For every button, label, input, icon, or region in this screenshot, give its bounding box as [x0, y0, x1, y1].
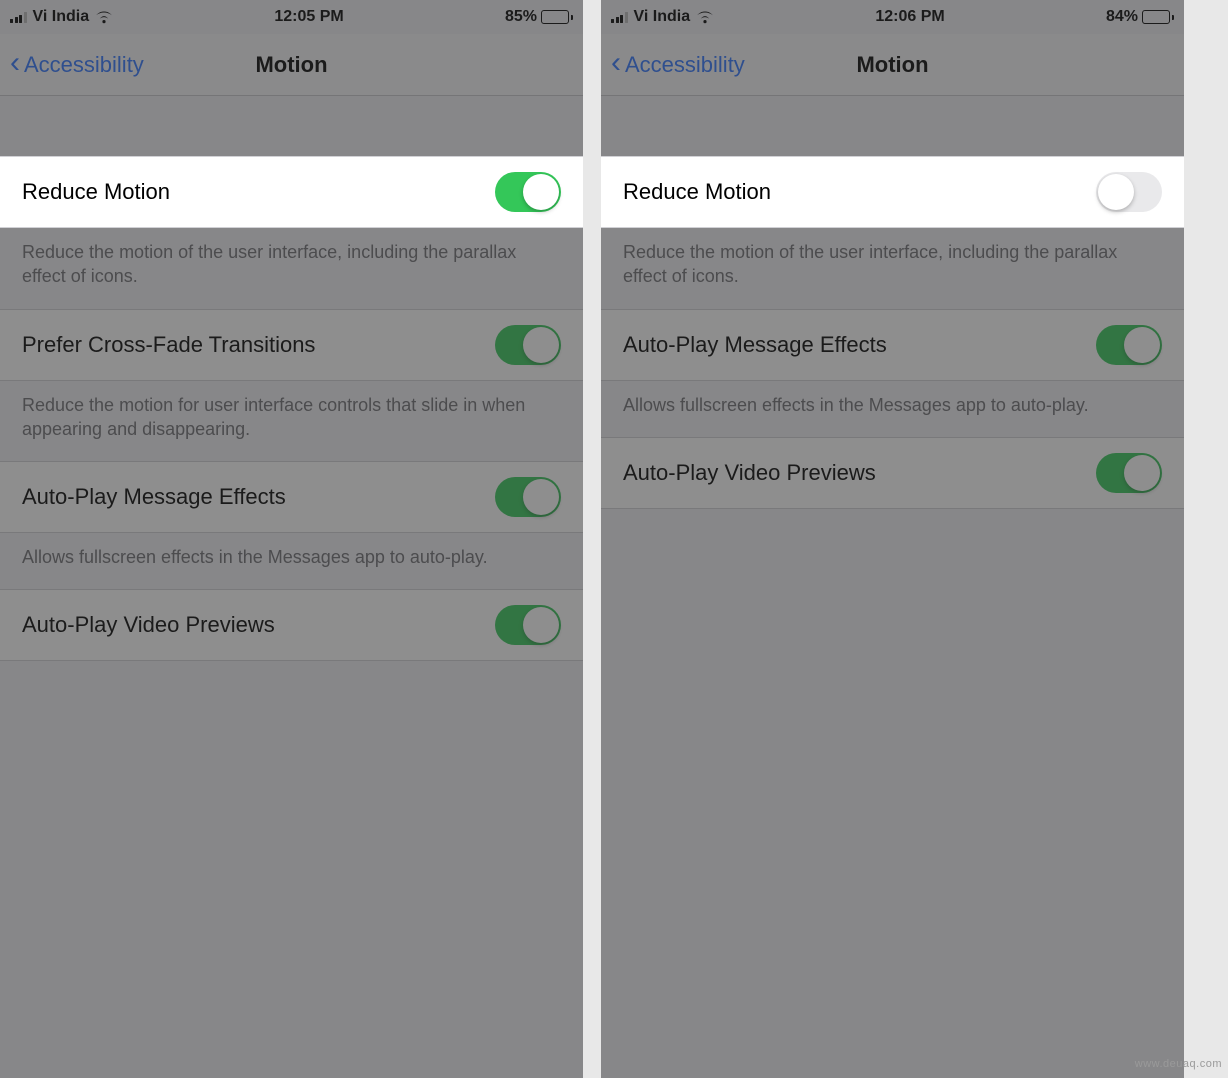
status-bar: Vi India 12:06 PM 84% [601, 0, 1184, 34]
toggle-autoplay-message-effects[interactable] [495, 477, 561, 517]
battery-percent-label: 85% [505, 8, 537, 26]
row-footer: Reduce the motion for user interface con… [0, 381, 583, 462]
row-footer: Reduce the motion of the user interface,… [601, 228, 1184, 309]
list-spacer [601, 96, 1184, 156]
watermark-label: www.deuaq.com [1135, 1058, 1222, 1070]
battery-icon [1142, 10, 1174, 24]
settings-list: Reduce Motion Reduce the motion of the u… [0, 96, 583, 661]
signal-icon [10, 11, 27, 23]
list-spacer [0, 96, 583, 156]
nav-bar: ‹ Accessibility Motion [601, 34, 1184, 96]
row-label: Reduce Motion [623, 179, 771, 205]
carrier-label: Vi India [33, 8, 90, 26]
row-label: Reduce Motion [22, 179, 170, 205]
page-title: Motion [601, 52, 1184, 78]
row-footer: Reduce the motion of the user interface,… [0, 228, 583, 309]
signal-icon [611, 11, 628, 23]
row-footer: Allows fullscreen effects in the Message… [601, 381, 1184, 437]
nav-bar: ‹ Accessibility Motion [0, 34, 583, 96]
page-title: Motion [0, 52, 583, 78]
row-label: Auto-Play Video Previews [623, 460, 876, 486]
clock-label: 12:05 PM [274, 8, 343, 26]
toggle-autoplay-video-previews[interactable] [495, 605, 561, 645]
row-autoplay-video-previews[interactable]: Auto-Play Video Previews [0, 589, 583, 661]
carrier-label: Vi India [634, 8, 691, 26]
row-cross-fade[interactable]: Prefer Cross-Fade Transitions [0, 309, 583, 381]
battery-icon [541, 10, 573, 24]
status-bar: Vi India 12:05 PM 85% [0, 0, 583, 34]
row-label: Prefer Cross-Fade Transitions [22, 332, 315, 358]
row-label: Auto-Play Message Effects [22, 484, 286, 510]
wifi-icon [696, 10, 714, 24]
phone-screen-right: Vi India 12:06 PM 84% ‹ Accessibility Mo… [601, 0, 1184, 1078]
row-autoplay-video-previews[interactable]: Auto-Play Video Previews [601, 437, 1184, 509]
row-label: Auto-Play Message Effects [623, 332, 887, 358]
toggle-autoplay-message-effects[interactable] [1096, 325, 1162, 365]
toggle-reduce-motion[interactable] [495, 172, 561, 212]
toggle-autoplay-video-previews[interactable] [1096, 453, 1162, 493]
wifi-icon [95, 10, 113, 24]
row-autoplay-message-effects[interactable]: Auto-Play Message Effects [601, 309, 1184, 381]
settings-list: Reduce Motion Reduce the motion of the u… [601, 96, 1184, 509]
row-autoplay-message-effects[interactable]: Auto-Play Message Effects [0, 461, 583, 533]
row-reduce-motion[interactable]: Reduce Motion [0, 156, 583, 228]
row-label: Auto-Play Video Previews [22, 612, 275, 638]
battery-percent-label: 84% [1106, 8, 1138, 26]
clock-label: 12:06 PM [875, 8, 944, 26]
row-reduce-motion[interactable]: Reduce Motion [601, 156, 1184, 228]
toggle-reduce-motion[interactable] [1096, 172, 1162, 212]
toggle-cross-fade[interactable] [495, 325, 561, 365]
comparison-stage: Vi India 12:05 PM 85% ‹ Accessibility Mo… [0, 0, 1228, 1078]
row-footer: Allows fullscreen effects in the Message… [0, 533, 583, 589]
phone-screen-left: Vi India 12:05 PM 85% ‹ Accessibility Mo… [0, 0, 583, 1078]
